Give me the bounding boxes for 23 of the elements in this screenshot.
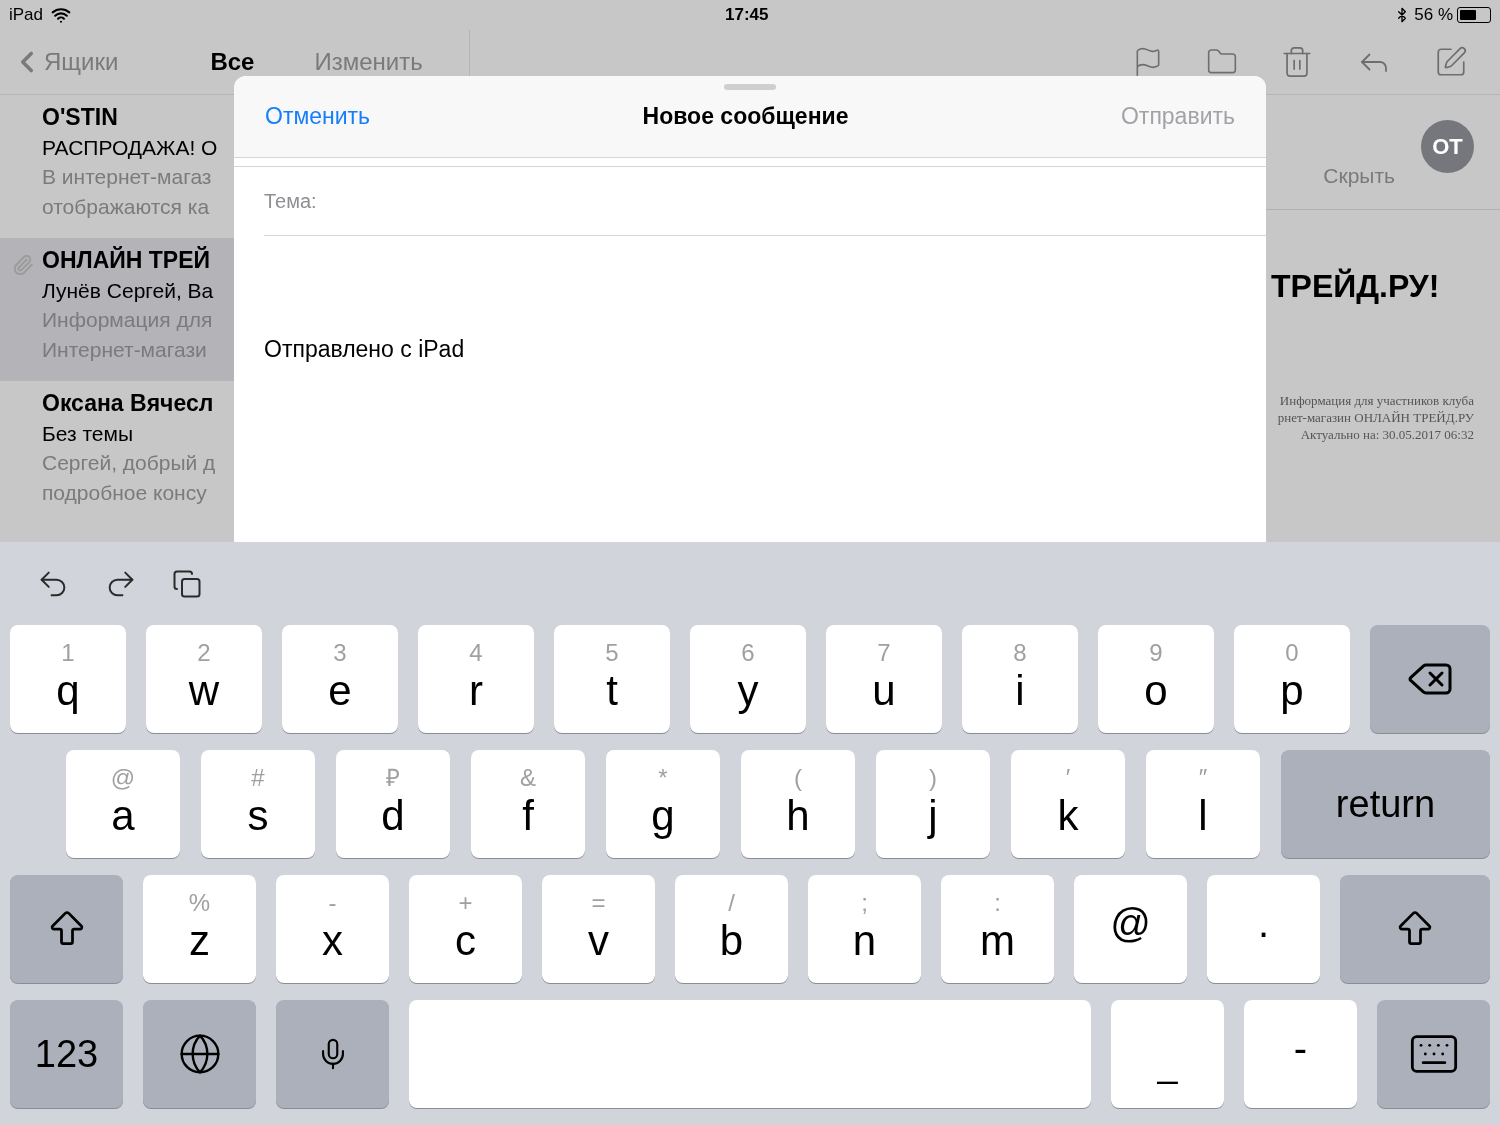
message-sender: O'STIN	[42, 103, 118, 132]
list-title: Все	[210, 47, 255, 77]
avatar: ОТ	[1421, 120, 1474, 173]
compose-title: Новое сообщение	[641, 102, 850, 132]
message-preview: Сергей, добрый д	[42, 450, 216, 476]
battery-percent: 56 %	[1414, 4, 1453, 27]
email-info-line: рнет-магазин ОНЛАЙН ТРЕЙД.РУ	[1277, 409, 1474, 426]
message-preview: В интернет-магаз	[42, 164, 212, 190]
message-subject: Лунёв Сергей, Ва	[42, 277, 214, 304]
message-preview: отображаются ка	[42, 193, 210, 220]
message-subject: Без темы	[42, 420, 134, 447]
email-info-line: Информация для участников клуба	[1279, 392, 1474, 409]
message-subject: РАСПРОДАЖА! О	[42, 134, 218, 161]
message-sender: Оксана Вячесл	[42, 389, 214, 418]
signature-text: Отправлено с iPad	[264, 335, 465, 364]
message-preview: Интернет-магази	[42, 336, 207, 363]
status-time: 17:45	[725, 4, 769, 27]
email-heading: ТРЕЙД.РУ!	[1271, 267, 1440, 306]
message-preview: подробное консу	[42, 479, 207, 506]
device-name: iPad	[9, 4, 44, 27]
message-sender: ОНЛАЙН ТРЕЙ	[42, 246, 211, 275]
message-preview: Информация для	[42, 307, 213, 333]
email-info-line: Актуально на: 30.05.2017 06:32	[1300, 426, 1474, 443]
